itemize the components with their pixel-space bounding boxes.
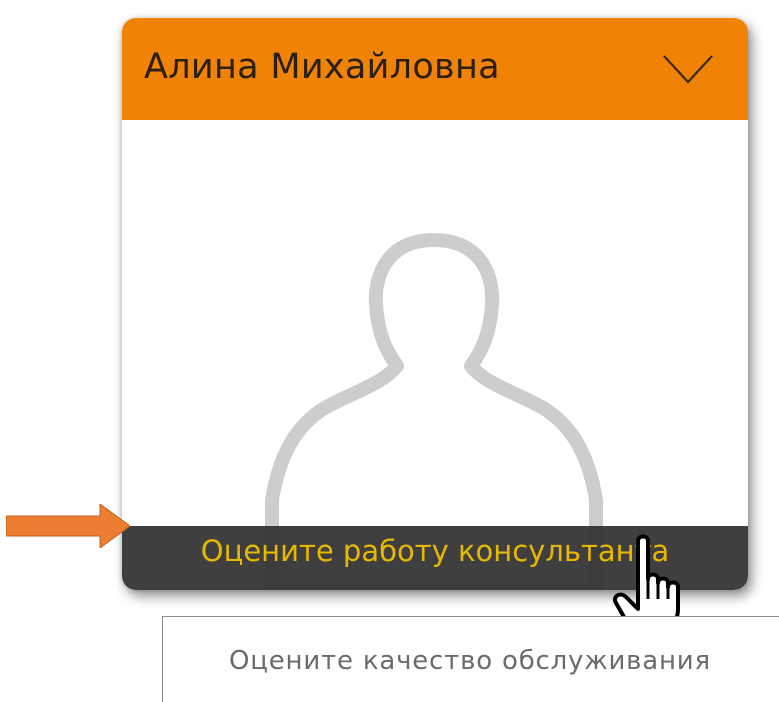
card-header[interactable]: Алина Михайловна [122,18,748,120]
screenshot-stage: Алина Михайловна Оцените работу консульт… [0,0,779,702]
caption-text: Оцените качество обслуживания [229,646,711,676]
caption-box: Оцените качество обслуживания [162,616,779,702]
card-body: Оцените работу консультанта [122,120,748,590]
consultant-name: Алина Михайловна [144,47,500,87]
user-silhouette-icon [265,233,603,590]
consultant-card: Алина Михайловна Оцените работу консульт… [122,18,748,590]
arrow-right-icon [6,504,130,548]
chevron-down-icon[interactable] [662,52,714,88]
